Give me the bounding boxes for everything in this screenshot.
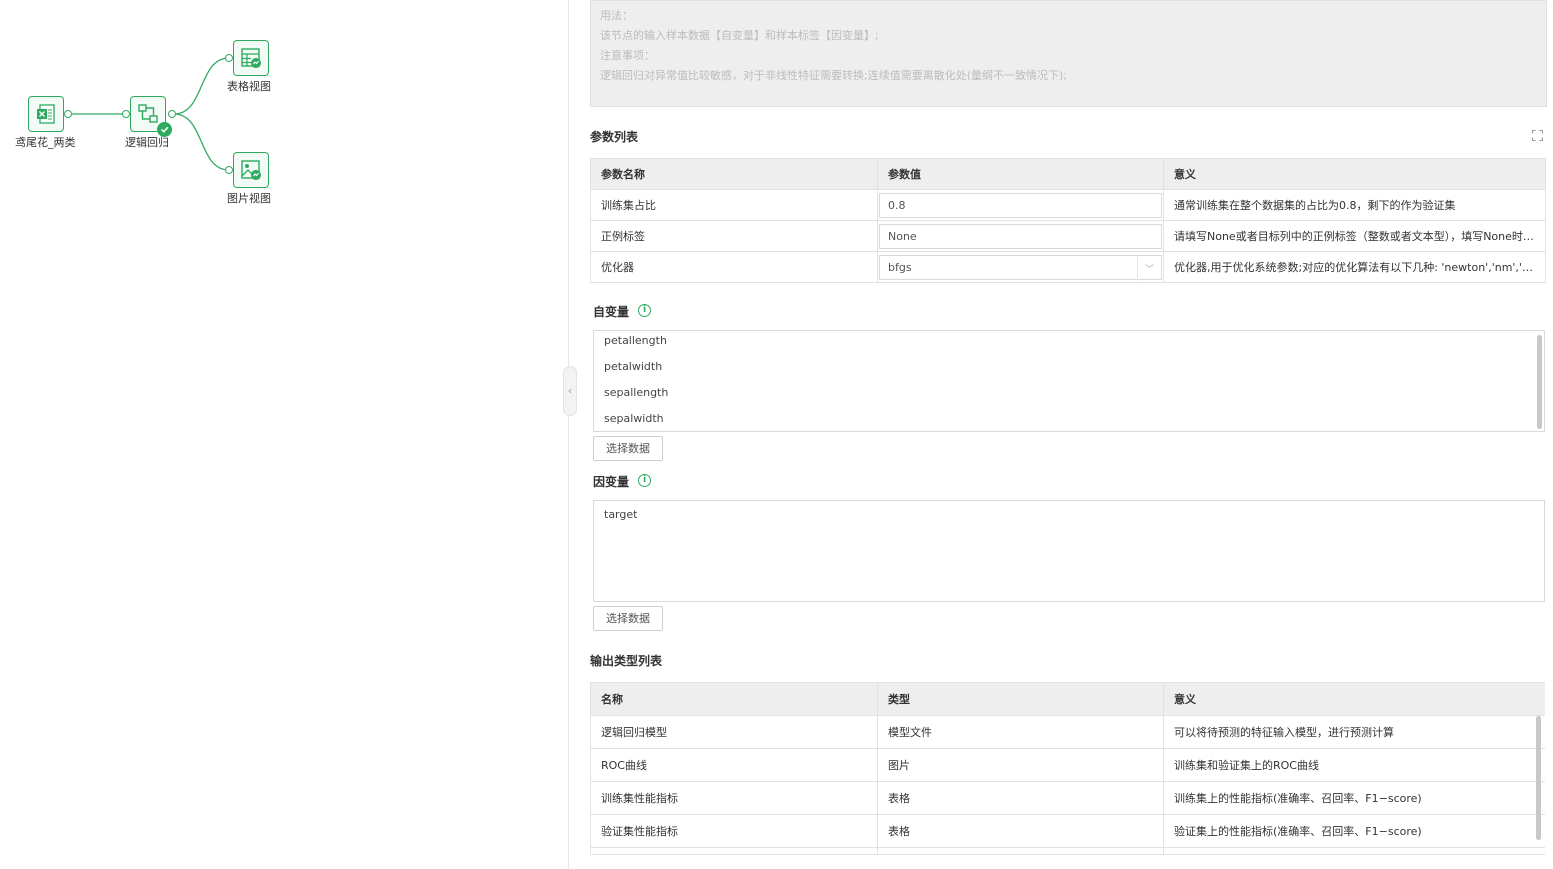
- output-name: 训练集性能指标: [590, 781, 878, 815]
- usage-description: 用法： 该节点的输入样本数据【自变量】和样本标签【因变量】; 注意事项： 逻辑回…: [590, 0, 1547, 107]
- output-type: 图片: [877, 748, 1164, 782]
- dependent-variable-list[interactable]: target: [593, 500, 1545, 602]
- params-header-meaning: 意义: [1163, 158, 1546, 190]
- input-port[interactable]: [225, 54, 233, 62]
- input-port[interactable]: [122, 110, 130, 118]
- edge-model-table: [173, 57, 230, 115]
- select-dependent-button[interactable]: 选择数据: [593, 606, 663, 631]
- outputs-table-container: 名称 类型 意义 逻辑回归模型 模型文件 可以将待预测的特征输入模型，进行预测计…: [590, 682, 1545, 855]
- params-table: 参数名称 参数值 意义 训练集占比 0.8 通常训练集在整个数据集的占比为0.8…: [590, 158, 1546, 283]
- image-view-icon: [233, 152, 269, 188]
- table-row: 训练集占比 0.8 通常训练集在整个数据集的占比为0.8，剩下的作为验证集: [590, 189, 1546, 221]
- node-label-image-view: 图片视图: [227, 192, 271, 205]
- list-item[interactable]: sepalwidth: [594, 409, 1544, 435]
- properties-panel: 用法： 该节点的输入样本数据【自变量】和样本标签【因变量】; 注意事项： 逻辑回…: [590, 0, 1547, 869]
- param-meaning: 请填写None或者目标列中的正例标签（整数或者文本型），填写None时，默认选择…: [1163, 220, 1546, 252]
- params-header-value: 参数值: [877, 158, 1164, 190]
- output-name: 验证集性能指标: [590, 814, 878, 848]
- output-type: 模型文件: [877, 715, 1164, 749]
- output-meaning: 训练集和验证集上的ROC曲线: [1163, 748, 1545, 782]
- table-view-icon: [233, 40, 269, 76]
- output-name: ROC曲线: [590, 748, 878, 782]
- list-item[interactable]: target: [594, 505, 1544, 531]
- node-label-source: 鸢尾花_两类: [15, 136, 76, 149]
- chevron-left-icon: ‹: [568, 385, 572, 397]
- output-type: 表格: [877, 781, 1164, 815]
- independent-variable-list[interactable]: petallength petalwidth sepallength sepal…: [593, 330, 1545, 432]
- outputs-header-type: 类型: [877, 682, 1164, 716]
- outputs-header-name: 名称: [590, 682, 878, 716]
- positive-label-input[interactable]: None: [879, 223, 1162, 249]
- outputs-table: 名称 类型 意义 逻辑回归模型 模型文件 可以将待预测的特征输入模型，进行预测计…: [590, 682, 1545, 854]
- select-independent-button[interactable]: 选择数据: [593, 436, 663, 461]
- collapse-panel-button[interactable]: ‹: [563, 366, 577, 416]
- usage-line: 用法：: [600, 9, 633, 22]
- usage-line: 注意事项：: [600, 49, 655, 62]
- dependent-title: 因变量: [593, 475, 630, 489]
- optimizer-select[interactable]: bfgs ﹀: [879, 254, 1162, 281]
- info-icon[interactable]: i: [638, 304, 651, 317]
- output-meaning: 可以将待预测的特征输入模型，进行预测计算: [1163, 715, 1545, 749]
- list-item[interactable]: petallength: [594, 331, 1544, 357]
- table-row: 逻辑回归模型 模型文件 可以将待预测的特征输入模型，进行预测计算: [590, 715, 1545, 749]
- table-row: 训练集性能指标 表格 训练集上的性能指标(准确率、召回率、F1−score): [590, 781, 1545, 815]
- output-port[interactable]: [64, 110, 72, 118]
- table-row: ROC曲线 图片 训练集和验证集上的ROC曲线: [590, 748, 1545, 782]
- table-row: 验证集性能指标 表格 验证集上的性能指标(准确率、召回率、F1−score): [590, 814, 1545, 848]
- table-row: 正例标签 None 请填写None或者目标列中的正例标签（整数或者文本型），填写…: [590, 220, 1546, 252]
- param-meaning: 通常训练集在整个数据集的占比为0.8，剩下的作为验证集: [1163, 189, 1546, 221]
- output-meaning: 训练集上的性能指标(准确率、召回率、F1−score): [1163, 781, 1545, 815]
- workflow-canvas[interactable]: 鸢尾花_两类 逻辑回归 表格视图 图片视图: [0, 0, 569, 869]
- optimizer-value: bfgs: [888, 260, 912, 274]
- scrollbar[interactable]: [1536, 716, 1541, 840]
- table-row: 优化器 bfgs ﹀ 优化器,用于优化系统参数;对应的优化算法有以下几种: 'n…: [590, 251, 1546, 283]
- train-ratio-input[interactable]: 0.8: [879, 192, 1162, 218]
- params-header-name: 参数名称: [590, 158, 878, 190]
- excel-file-icon: [28, 96, 64, 132]
- info-icon[interactable]: i: [638, 474, 651, 487]
- independent-title: 自变量: [593, 305, 630, 319]
- node-label-table-view: 表格视图: [227, 80, 271, 93]
- outputs-title: 输出类型列表: [590, 654, 663, 668]
- usage-line: 该节点的输入样本数据【自变量】和样本标签【因变量】;: [600, 29, 879, 42]
- node-label-model: 逻辑回归: [125, 136, 169, 149]
- fullscreen-icon[interactable]: [1532, 130, 1543, 141]
- params-title: 参数列表: [590, 130, 639, 144]
- output-meaning: 验证集上的性能指标(准确率、召回率、F1−score): [1163, 814, 1545, 848]
- usage-line: 逻辑回归对异常值比较敏感，对于非线性特征需要转换;连续值需要离散化处(量纲不一致…: [600, 69, 1067, 82]
- output-type: 表格: [877, 814, 1164, 848]
- scrollbar[interactable]: [1537, 335, 1542, 429]
- list-item[interactable]: sepallength: [594, 383, 1544, 409]
- edge-model-image: [173, 113, 230, 171]
- workflow-edges: [72, 57, 230, 171]
- list-item[interactable]: petalwidth: [594, 357, 1544, 383]
- chevron-down-icon[interactable]: ﹀: [1137, 255, 1161, 281]
- param-meaning: 优化器,用于优化系统参数;对应的优化算法有以下几种: 'newton','nm'…: [1163, 251, 1546, 283]
- input-port[interactable]: [225, 166, 233, 174]
- param-name: 优化器: [590, 251, 878, 283]
- param-name: 训练集占比: [590, 189, 878, 221]
- table-row: [590, 847, 1545, 854]
- param-name: 正例标签: [590, 220, 878, 252]
- outputs-header-meaning: 意义: [1163, 682, 1545, 716]
- output-name: 逻辑回归模型: [590, 715, 878, 749]
- output-port[interactable]: [168, 110, 176, 118]
